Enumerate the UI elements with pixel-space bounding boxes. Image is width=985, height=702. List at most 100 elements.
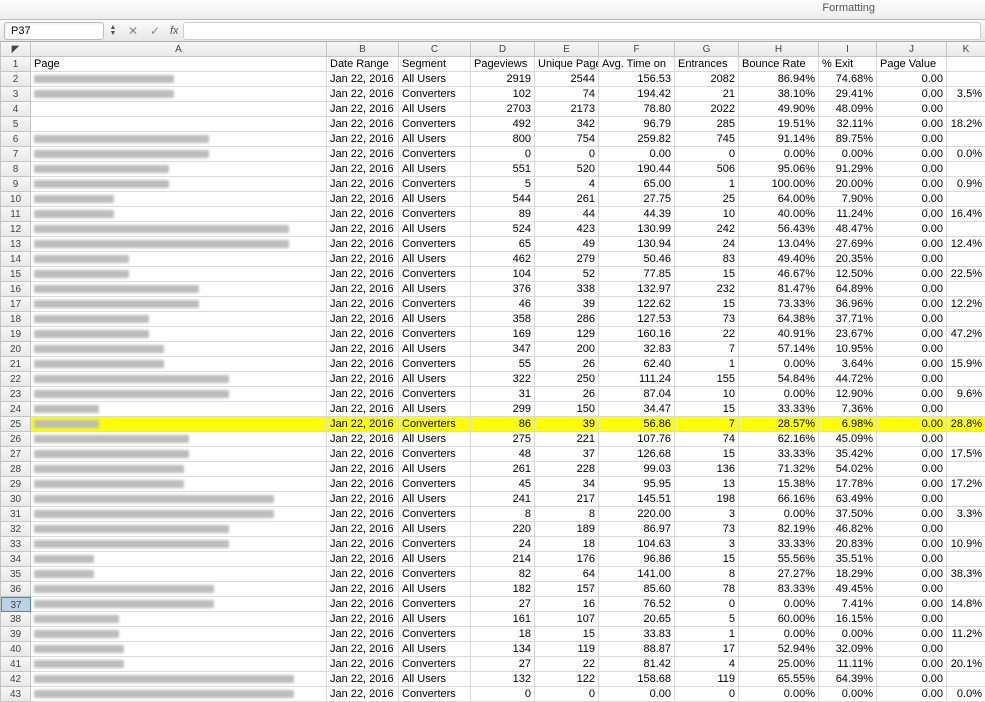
cell-B[interactable]: Jan 22, 2016 [327, 387, 399, 402]
cell-J[interactable]: 0.00 [877, 102, 947, 117]
cell-E[interactable]: 39 [535, 417, 599, 432]
cell-B[interactable]: Jan 22, 2016 [327, 372, 399, 387]
cell-G[interactable]: 15 [675, 447, 739, 462]
cell-C[interactable]: All Users [399, 402, 471, 417]
row-header-28[interactable]: 28 [1, 462, 31, 477]
cell-D[interactable]: 27 [471, 597, 535, 612]
cell-J[interactable]: 0.00 [877, 492, 947, 507]
row-header-18[interactable]: 18 [1, 312, 31, 327]
row-header-35[interactable]: 35 [1, 567, 31, 582]
cell-F[interactable]: 85.60 [599, 582, 675, 597]
cell-F[interactable]: 76.52 [599, 597, 675, 612]
cell-D[interactable]: 134 [471, 642, 535, 657]
row-header-23[interactable]: 23 [1, 387, 31, 402]
cell-F[interactable]: 50.46 [599, 252, 675, 267]
cell-H[interactable]: 25.00% [739, 657, 819, 672]
cell-J[interactable]: 0.00 [877, 627, 947, 642]
cell-page[interactable] [31, 597, 327, 612]
cell-page[interactable] [31, 72, 327, 87]
cell-G[interactable]: 15 [675, 267, 739, 282]
cell-D[interactable]: 65 [471, 237, 535, 252]
cell-J[interactable]: 0.00 [877, 177, 947, 192]
cell-H[interactable]: 65.55% [739, 672, 819, 687]
cell-B[interactable]: Jan 22, 2016 [327, 177, 399, 192]
cell-H[interactable]: 15.38% [739, 477, 819, 492]
accept-formula-button[interactable]: ✓ [146, 22, 164, 40]
cell-K[interactable]: 17.2% [947, 477, 985, 492]
cell-G[interactable]: 25 [675, 192, 739, 207]
cell-D[interactable]: 161 [471, 612, 535, 627]
row-header-42[interactable]: 42 [1, 672, 31, 687]
cell-page[interactable] [31, 147, 327, 162]
cell-B[interactable]: Jan 22, 2016 [327, 87, 399, 102]
row-header-34[interactable]: 34 [1, 552, 31, 567]
spreadsheet-grid[interactable]: ◤ABCDEFGHIJK1PageDate RangeSegmentPagevi… [0, 42, 985, 702]
cell-D[interactable]: 299 [471, 402, 535, 417]
cell-G[interactable]: 1 [675, 627, 739, 642]
cell-D[interactable]: 376 [471, 282, 535, 297]
cell-D[interactable]: 2919 [471, 72, 535, 87]
cell-D[interactable]: 800 [471, 132, 535, 147]
row-header-7[interactable]: 7 [1, 147, 31, 162]
cell-I[interactable]: 7.41% [819, 597, 877, 612]
cell-D[interactable]: 89 [471, 207, 535, 222]
cell-page[interactable] [31, 567, 327, 582]
cell-E[interactable]: 250 [535, 372, 599, 387]
formula-input[interactable] [183, 22, 981, 40]
row-header-17[interactable]: 17 [1, 297, 31, 312]
cell-I[interactable]: 74.68% [819, 72, 877, 87]
row-header-20[interactable]: 20 [1, 342, 31, 357]
cell-I[interactable]: 36.96% [819, 297, 877, 312]
cell-E[interactable]: 520 [535, 162, 599, 177]
cell-C[interactable]: Converters [399, 657, 471, 672]
cell-D[interactable]: 492 [471, 117, 535, 132]
cell-G[interactable]: 0 [675, 687, 739, 702]
cell-F[interactable]: 156.53 [599, 72, 675, 87]
cell-G[interactable]: 198 [675, 492, 739, 507]
cell-B[interactable]: Jan 22, 2016 [327, 72, 399, 87]
cell-I[interactable]: 89.75% [819, 132, 877, 147]
cell-C[interactable]: All Users [399, 642, 471, 657]
cell-page[interactable] [31, 222, 327, 237]
cell-K[interactable]: 22.5% [947, 267, 985, 282]
cell-J[interactable]: 0.00 [877, 687, 947, 702]
cell-B[interactable]: Jan 22, 2016 [327, 552, 399, 567]
row-header-27[interactable]: 27 [1, 447, 31, 462]
cell-H[interactable]: 64.00% [739, 192, 819, 207]
cell-K[interactable] [947, 492, 985, 507]
cell-K[interactable] [947, 132, 985, 147]
cell-B[interactable]: Jan 22, 2016 [327, 132, 399, 147]
cell-K[interactable]: 0.0% [947, 687, 985, 702]
cell-I[interactable]: 29.41% [819, 87, 877, 102]
cell-D[interactable]: 169 [471, 327, 535, 342]
cell-C[interactable]: Converters [399, 297, 471, 312]
cell-C[interactable]: Converters [399, 537, 471, 552]
cell-F[interactable]: 87.04 [599, 387, 675, 402]
cell-F[interactable]: 0.00 [599, 147, 675, 162]
cell-C[interactable]: Converters [399, 87, 471, 102]
cell-E[interactable]: 2173 [535, 102, 599, 117]
cell-page[interactable] [31, 672, 327, 687]
cell-G[interactable]: 119 [675, 672, 739, 687]
cell-G[interactable]: 21 [675, 87, 739, 102]
cell-I[interactable]: 0.00% [819, 627, 877, 642]
cell-page[interactable] [31, 132, 327, 147]
cell-C[interactable]: Converters [399, 597, 471, 612]
cell-B[interactable]: Jan 22, 2016 [327, 522, 399, 537]
cell-J[interactable]: 0.00 [877, 552, 947, 567]
row-header-9[interactable]: 9 [1, 177, 31, 192]
cell-J[interactable]: 0.00 [877, 222, 947, 237]
cell-K[interactable]: 12.4% [947, 237, 985, 252]
cell-B[interactable]: Jan 22, 2016 [327, 672, 399, 687]
cell-H[interactable]: 100.00% [739, 177, 819, 192]
cell-G[interactable]: 0 [675, 597, 739, 612]
column-header-J[interactable]: J [877, 42, 947, 57]
row-header-4[interactable]: 4 [1, 102, 31, 117]
cell-H[interactable]: 0.00% [739, 387, 819, 402]
cell-E[interactable]: 37 [535, 447, 599, 462]
cell-I[interactable]: 37.50% [819, 507, 877, 522]
cell-G[interactable]: 745 [675, 132, 739, 147]
cell-E[interactable]: 15 [535, 627, 599, 642]
cell-D[interactable]: 45 [471, 477, 535, 492]
cell-page[interactable] [31, 207, 327, 222]
